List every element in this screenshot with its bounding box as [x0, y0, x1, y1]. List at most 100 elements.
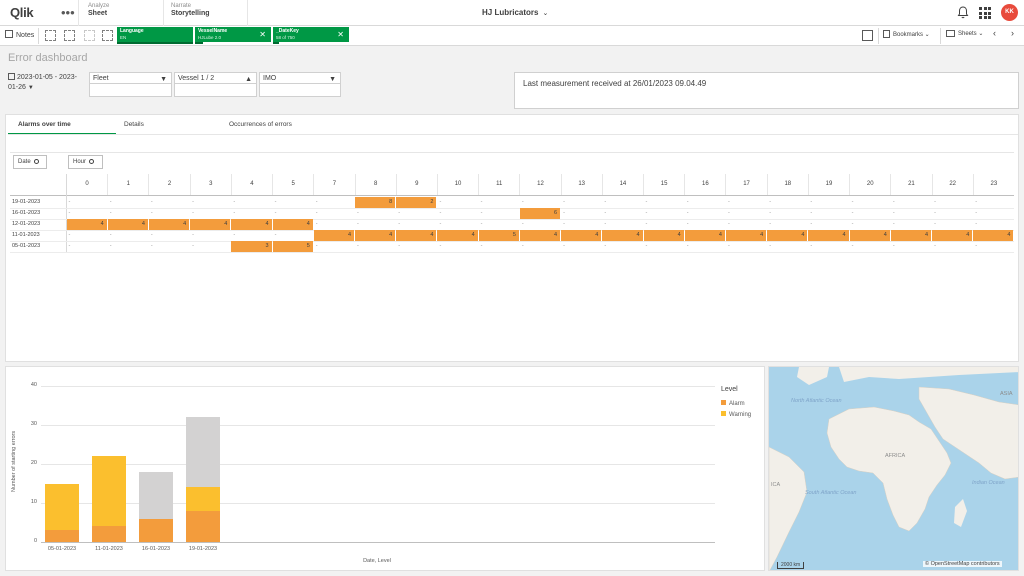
apps-grid-icon[interactable]: [979, 7, 991, 19]
clear-selections-icon[interactable]: [102, 30, 113, 41]
table-cell[interactable]: -: [231, 208, 271, 219]
column-header-hour[interactable]: 12: [519, 174, 560, 195]
column-header-hour[interactable]: 8: [354, 174, 396, 195]
table-cell[interactable]: 5: [478, 230, 519, 241]
table-cell[interactable]: 4: [107, 219, 148, 230]
date-range-picker[interactable]: 2023-01-05 - 2023-01-26 ▼: [8, 73, 84, 97]
column-header-hour[interactable]: 15: [643, 174, 684, 195]
table-cell[interactable]: -: [932, 241, 972, 252]
column-header-hour[interactable]: 5: [272, 174, 313, 195]
bar-segment[interactable]: [186, 487, 220, 511]
table-cell[interactable]: -: [850, 197, 890, 208]
table-cell[interactable]: -: [479, 219, 519, 230]
column-header-hour[interactable]: 18: [766, 174, 808, 195]
row-header-date[interactable]: 12-01-2023: [12, 219, 40, 230]
table-cell[interactable]: 4: [561, 230, 602, 241]
table-cell[interactable]: -: [602, 241, 642, 252]
table-cell[interactable]: 4: [643, 230, 684, 241]
bar-segment[interactable]: [92, 456, 126, 527]
table-cell[interactable]: -: [437, 208, 477, 219]
column-header-hour[interactable]: 10: [436, 174, 478, 195]
column-header-hour[interactable]: 3: [189, 174, 231, 195]
filter-vessel[interactable]: Vessel 1 / 2 ▲: [174, 72, 257, 97]
bar-segment[interactable]: [45, 483, 79, 531]
selection-chip-vesselname[interactable]: VesselName HJLube 2.0 ✕: [195, 27, 271, 44]
close-icon[interactable]: ✕: [337, 30, 344, 39]
table-cell[interactable]: -: [355, 241, 395, 252]
table-cell[interactable]: -: [561, 219, 601, 230]
table-cell[interactable]: -: [644, 197, 684, 208]
table-cell[interactable]: -: [726, 208, 766, 219]
table-cell[interactable]: -: [355, 208, 395, 219]
row-header-date[interactable]: 16-01-2023: [12, 208, 40, 219]
column-header-hour[interactable]: 20: [849, 174, 890, 195]
table-cell[interactable]: -: [850, 219, 890, 230]
table-cell[interactable]: -: [767, 219, 807, 230]
tab-details[interactable]: Details: [124, 121, 144, 128]
table-cell[interactable]: -: [973, 241, 1013, 252]
table-cell[interactable]: -: [149, 197, 189, 208]
table-cell[interactable]: -: [973, 208, 1013, 219]
table-cell[interactable]: -: [437, 241, 477, 252]
previous-sheet-icon[interactable]: ‹: [993, 28, 996, 38]
table-cell[interactable]: -: [67, 230, 107, 241]
filter-imo[interactable]: IMO ▼: [259, 72, 341, 97]
table-cell[interactable]: 4: [890, 230, 932, 241]
table-cell[interactable]: -: [273, 208, 313, 219]
column-header-hour[interactable]: 1: [107, 174, 148, 195]
bookmarks-button[interactable]: Bookmarks ⌄: [883, 30, 930, 38]
table-cell[interactable]: -: [67, 197, 107, 208]
table-cell[interactable]: -: [273, 230, 313, 241]
bar-segment[interactable]: [92, 526, 126, 542]
nav-tab-narrate[interactable]: Narrate Storytelling: [171, 3, 243, 25]
table-cell[interactable]: -: [231, 230, 271, 241]
row-dimension-date[interactable]: Date: [13, 155, 47, 169]
tab-alarms-over-time[interactable]: Alarms over time: [18, 121, 71, 128]
bar-segment[interactable]: [139, 518, 173, 542]
column-header-hour[interactable]: 9: [395, 174, 437, 195]
table-cell[interactable]: -: [520, 219, 560, 230]
table-cell[interactable]: 4: [932, 230, 973, 241]
table-cell[interactable]: -: [108, 208, 148, 219]
table-cell[interactable]: -: [396, 219, 436, 230]
table-cell[interactable]: -: [561, 241, 601, 252]
avatar[interactable]: KK: [1001, 4, 1018, 21]
table-cell[interactable]: -: [891, 197, 931, 208]
table-cell[interactable]: 4: [973, 230, 1014, 241]
smart-search-icon[interactable]: [45, 30, 56, 41]
table-cell[interactable]: 4: [355, 230, 396, 241]
table-cell[interactable]: 4: [148, 219, 190, 230]
table-cell[interactable]: -: [808, 241, 848, 252]
table-cell[interactable]: -: [314, 219, 354, 230]
filter-fleet[interactable]: Fleet ▼: [89, 72, 172, 97]
bell-icon[interactable]: [957, 6, 969, 19]
nav-tab-analyze[interactable]: Analyze Sheet: [88, 3, 160, 25]
column-header-hour[interactable]: 0: [66, 174, 107, 195]
table-cell[interactable]: 4: [272, 219, 313, 230]
table-cell[interactable]: -: [767, 241, 807, 252]
selections-tool-icon[interactable]: [64, 30, 75, 41]
table-cell[interactable]: -: [808, 197, 848, 208]
table-cell[interactable]: -: [767, 208, 807, 219]
table-cell[interactable]: -: [850, 241, 890, 252]
column-dimension-hour[interactable]: Hour: [68, 155, 103, 169]
asset-panel-icon[interactable]: [862, 30, 873, 41]
table-cell[interactable]: -: [67, 208, 107, 219]
table-cell[interactable]: -: [479, 241, 519, 252]
table-cell[interactable]: 2: [396, 197, 437, 208]
bar-segment[interactable]: [139, 471, 173, 519]
column-header-hour[interactable]: 17: [725, 174, 766, 195]
table-cell[interactable]: -: [190, 197, 230, 208]
bar-segment[interactable]: [186, 510, 220, 542]
table-cell[interactable]: -: [602, 208, 642, 219]
table-cell[interactable]: -: [561, 197, 601, 208]
step-back-icon[interactable]: [84, 30, 95, 41]
legend-item[interactable]: Alarm: [721, 400, 745, 407]
more-menu-icon[interactable]: •••: [61, 5, 75, 20]
table-cell[interactable]: -: [108, 241, 148, 252]
table-cell[interactable]: -: [644, 208, 684, 219]
table-cell[interactable]: -: [231, 197, 271, 208]
table-cell[interactable]: -: [932, 208, 972, 219]
table-cell[interactable]: 3: [231, 241, 272, 252]
table-cell[interactable]: -: [891, 219, 931, 230]
